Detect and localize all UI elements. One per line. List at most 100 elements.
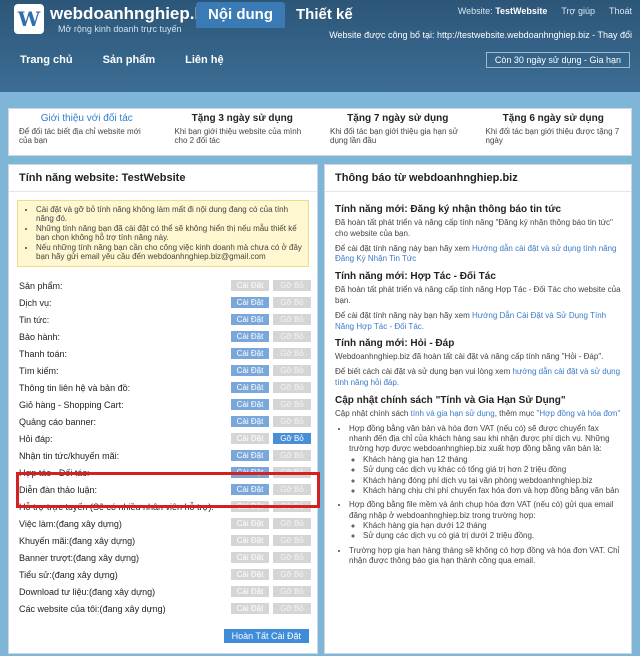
remove-button: Gỡ Bỏ: [273, 365, 311, 376]
feature-row: Nhận tin tức/khuyến mãi: Cài Đặt Gỡ Bỏ: [19, 447, 311, 464]
install-button[interactable]: Cài Đặt: [231, 382, 269, 393]
logo[interactable]: W webdoanhnghiep.biz Mở rộng kinh doanh …: [14, 4, 218, 34]
nav-contact[interactable]: Liên hệ: [185, 54, 224, 66]
install-button[interactable]: Cài Đặt: [231, 416, 269, 427]
install-button[interactable]: Cài Đặt: [231, 450, 269, 461]
install-button: Cài Đặt: [231, 552, 269, 563]
feature-name: Tìm kiếm:: [19, 365, 59, 376]
policy-bullets: Hợp đồng bằng văn bản và hóa đơn VAT (nế…: [335, 424, 621, 567]
tab-design[interactable]: Thiết kế: [284, 2, 365, 28]
feature-list: Sản phẩm: Cài Đặt Gỡ Bỏ Dịch vụ: Cài Đặt Gỡ B…: [19, 277, 311, 617]
feature-name: Thông tin liên hệ và bản đồ:: [19, 382, 131, 393]
site-nav: Trang chủ Sản phẩm Liên hệ: [20, 54, 224, 66]
tab-content[interactable]: Nội dung: [196, 2, 285, 28]
feature-row: Bảo hành: Cài Đặt Gỡ Bỏ: [19, 328, 311, 345]
install-button: Cài Đặt: [231, 535, 269, 546]
news-text: Đã hoàn tất phát triển và nâng cấp tính …: [335, 218, 613, 238]
feature-row: Giỏ hàng - Shopping Cart: Cài Đặt Gỡ Bỏ: [19, 396, 311, 413]
news-title: Tính năng mới: Hỏi - Đáp: [335, 338, 455, 350]
feature-name: Các website của tôi:(đang xây dựng): [19, 603, 166, 614]
promo-3-days: Tặng 3 ngày sử dụng Khi bạn giới thiệu we…: [174, 113, 302, 145]
remove-button: Gỡ Bỏ: [273, 518, 311, 529]
feature-row: Banner trượt:(đang xây dựng) Cài Đặt Gỡ Bỏ: [19, 549, 311, 566]
news-title: Tính năng mới: Hợp Tác - Đối Tác: [335, 271, 496, 283]
remove-button: Gỡ Bỏ: [273, 416, 311, 427]
install-button: Cài Đặt: [231, 586, 269, 597]
promo-6-days: Tặng 6 ngày sử dụng Khi đối tác bạn giới …: [485, 113, 620, 145]
feature-name: Tiểu sử:(đang xây dựng): [19, 569, 118, 580]
remove-button: Gỡ Bỏ: [273, 314, 311, 325]
feature-name: Thanh toán:: [19, 348, 68, 359]
feature-name: Tin tức:: [19, 314, 50, 325]
install-button[interactable]: Cài Đặt: [231, 399, 269, 410]
feature-row: Tin tức: Cài Đặt Gỡ Bỏ: [19, 311, 311, 328]
install-button[interactable]: Cài Đặt: [231, 348, 269, 359]
remove-button: Gỡ Bỏ: [273, 331, 311, 342]
feature-row: Thanh toán: Cài Đặt Gỡ Bỏ: [19, 345, 311, 362]
news-title: Tính năng mới: Đăng ký nhận thông báo ti…: [335, 204, 562, 215]
news-text: Để biết cách cài đặt và sử dụng bạn vui …: [335, 367, 621, 387]
feature-name: Bảo hành:: [19, 331, 61, 342]
install-button[interactable]: Cài Đặt: [231, 365, 269, 376]
news-text: Đã hoàn tất phát triển và nâng cấp tính …: [335, 285, 621, 305]
logo-icon: W: [14, 4, 44, 34]
nav-products[interactable]: Sản phẩm: [103, 54, 156, 66]
feature-name: Download tư liệu:(đang xây dựng): [19, 586, 156, 597]
feature-name: Dịch vụ:: [19, 297, 52, 308]
feature-name: Sản phẩm:: [19, 280, 63, 291]
feature-name: Nhận tin tức/khuyến mãi:: [19, 450, 120, 461]
remove-button: Gỡ Bỏ: [273, 569, 311, 580]
news-text: Để cài đặt tính năng này bạn hãy xem Hướ…: [335, 310, 607, 331]
feature-row: Tìm kiếm: Cài Đặt Gỡ Bỏ: [19, 362, 311, 379]
finish-install-button[interactable]: Hoàn Tất Cài Đặt: [223, 629, 309, 643]
contract-link[interactable]: "Hợp đồng và hóa đơn": [537, 409, 621, 418]
help-link[interactable]: Trợ giúp: [561, 6, 595, 16]
feature-name: Khuyến mãi:(đang xây dựng): [19, 535, 136, 546]
remove-button: Gỡ Bỏ: [273, 297, 311, 308]
feature-name: Hỏi đáp:: [19, 433, 53, 444]
published-url[interactable]: Website được công bố tại: http://testweb…: [329, 30, 632, 40]
feature-row: Các website của tôi:(đang xây dựng) Cài Đ…: [19, 600, 311, 617]
nav-home[interactable]: Trang chủ: [20, 54, 73, 66]
news-text: Webdoanhnghiep.biz đã hoàn tất cài đặt v…: [335, 352, 604, 362]
remove-button: Gỡ Bỏ: [273, 348, 311, 359]
remove-button[interactable]: Gỡ Bỏ: [273, 433, 311, 444]
feature-row: Sản phẩm: Cài Đặt Gỡ Bỏ: [19, 277, 311, 294]
trial-status[interactable]: Còn 30 ngày sử dụng - Gia hạn: [485, 52, 630, 68]
install-button[interactable]: Cài Đặt: [231, 297, 269, 308]
remove-button: Gỡ Bỏ: [273, 586, 311, 597]
feature-row: Khuyến mãi:(đang xây dựng) Cài Đặt Gỡ Bỏ: [19, 532, 311, 549]
highlight-box: [16, 472, 320, 508]
remove-button: Gỡ Bỏ: [273, 399, 311, 410]
features-notice: Cài đặt và gỡ bỏ tính năng không làm mất…: [17, 200, 309, 267]
policy-link[interactable]: tính và gia hạn sử dụng: [411, 409, 495, 418]
install-button[interactable]: Cài Đặt: [231, 331, 269, 342]
promo-introduce[interactable]: Giới thiệu với đối tác Để đối tác biết đị…: [9, 109, 165, 155]
features-panel: Tính năng website: TestWebsite Cài đặt v…: [8, 164, 318, 654]
remove-button: Gỡ Bỏ: [273, 552, 311, 563]
feature-row: Việc làm:(đang xây dựng) Cài Đặt Gỡ Bỏ: [19, 515, 311, 532]
feature-row: Thông tin liên hệ và bản đồ: Cài Đặt Gỡ Bỏ: [19, 379, 311, 396]
feature-name: Giỏ hàng - Shopping Cart:: [19, 399, 124, 410]
remove-button: Gỡ Bỏ: [273, 280, 311, 291]
features-title: Tính năng website: TestWebsite: [9, 165, 317, 192]
promo-7-days: Tặng 7 ngày sử dụng Khi đối tác bạn giới …: [330, 113, 459, 145]
feature-name: Quảng cáo banner:: [19, 416, 97, 427]
logout-link[interactable]: Thoát: [609, 6, 632, 16]
install-button: Cài Đặt: [231, 603, 269, 614]
promo-bar: Giới thiệu với đối tác Để đối tác biết đị…: [8, 108, 632, 156]
feature-name: Việc làm:(đang xây dựng): [19, 518, 122, 529]
install-button: Cài Đặt: [231, 518, 269, 529]
feature-row: Quảng cáo banner: Cài Đặt Gỡ Bỏ: [19, 413, 311, 430]
install-button: Cài Đặt: [231, 569, 269, 580]
install-button: Cài Đặt: [231, 280, 269, 291]
install-button: Cài Đặt: [231, 433, 269, 444]
site-name: webdoanhnghiep.biz: [50, 4, 219, 23]
news-text: Cập nhật chính sách tính và gia hạn sử d…: [335, 408, 621, 418]
site-slogan: Mở rộng kinh doanh trực tuyến: [58, 24, 182, 34]
install-button[interactable]: Cài Đặt: [231, 314, 269, 325]
feature-row: Download tư liệu:(đang xây dựng) Cài Đặt G…: [19, 583, 311, 600]
news-text: Để cài đặt tính năng này bạn hãy xem Hướ…: [335, 243, 617, 264]
remove-button: Gỡ Bỏ: [273, 382, 311, 393]
remove-button: Gỡ Bỏ: [273, 603, 311, 614]
